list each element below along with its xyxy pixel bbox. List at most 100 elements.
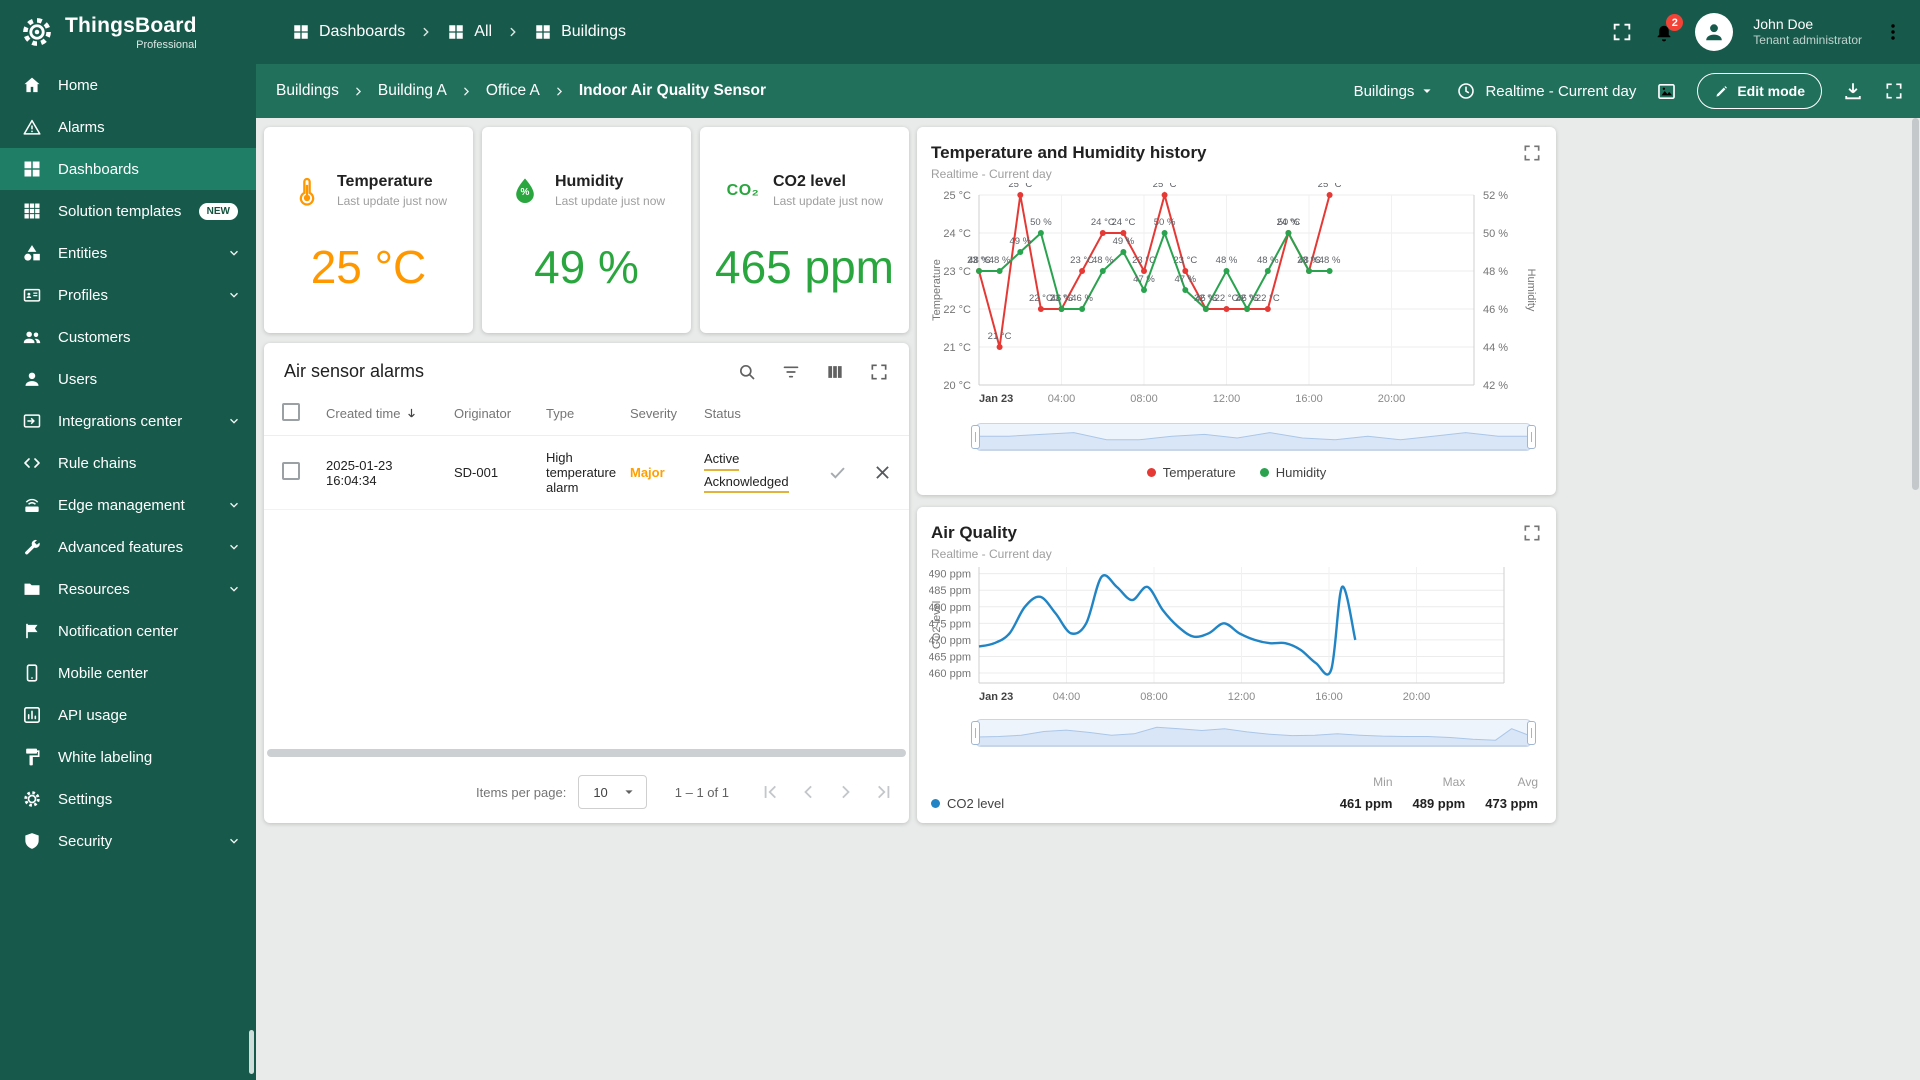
brush-handle-left[interactable] xyxy=(971,425,980,449)
chart-title: Air Quality xyxy=(931,523,1017,542)
alarms-title: Air sensor alarms xyxy=(284,361,425,381)
breadcrumb-dashboards[interactable]: Dashboards xyxy=(292,23,405,41)
fullscreen-icon[interactable] xyxy=(1522,523,1542,543)
dashboard-state-select[interactable]: Buildings xyxy=(1354,82,1437,100)
app-logo[interactable]: ThingsBoard Professional xyxy=(0,14,256,51)
dashboard-image-button[interactable] xyxy=(1656,81,1677,102)
timewindow-button[interactable]: Realtime - Current day xyxy=(1456,81,1636,101)
dashboard-breadcrumb: Buildings Building A Office A Indoor Air… xyxy=(276,82,766,100)
fullscreen-button[interactable] xyxy=(1611,21,1633,43)
sidebar-item-white-labeling[interactable]: White labeling xyxy=(0,736,256,778)
legend-co2[interactable]: CO2 level xyxy=(931,796,1004,811)
row-checkbox[interactable] xyxy=(282,462,300,480)
sidebar-item-label: Notification center xyxy=(58,622,179,640)
filter-icon[interactable] xyxy=(781,362,801,382)
sidebar-item-resources[interactable]: Resources xyxy=(0,568,256,610)
sidebar-item-advanced-features[interactable]: Advanced features xyxy=(0,526,256,568)
column-created-time[interactable]: Created time xyxy=(326,406,454,421)
sidebar-item-edge-management[interactable]: Edge management xyxy=(0,484,256,526)
next-page-button[interactable] xyxy=(835,781,857,803)
sidebar-item-solution-templates[interactable]: Solution templates NEW xyxy=(0,190,256,232)
sidebar-item-customers[interactable]: Customers xyxy=(0,316,256,358)
sidebar-item-alarms[interactable]: Alarms xyxy=(0,106,256,148)
sidebar-item-users[interactable]: Users xyxy=(0,358,256,400)
table-row[interactable]: 2025-01-23 16:04:34 SD-001 High temperatur… xyxy=(264,436,909,510)
table-horizontal-scrollbar[interactable] xyxy=(267,749,906,757)
last-page-button[interactable] xyxy=(873,781,895,803)
sidebar-item-profiles[interactable]: Profiles xyxy=(0,274,256,316)
sidebar-item-api-usage[interactable]: API usage xyxy=(0,694,256,736)
chevron-down-icon xyxy=(226,497,242,513)
humidity-value: 49 % xyxy=(534,241,639,293)
crumb-buildings[interactable]: Buildings xyxy=(276,82,339,100)
svg-text:46 %: 46 % xyxy=(1483,304,1508,316)
prev-page-button[interactable] xyxy=(797,781,819,803)
sidebar-item-integrations-center[interactable]: Integrations center xyxy=(0,400,256,442)
sidebar-item-label: Security xyxy=(58,832,113,850)
air-quality-brush[interactable] xyxy=(971,719,1536,747)
temp-humidity-brush[interactable] xyxy=(971,423,1536,451)
humidity-dot xyxy=(1259,468,1269,477)
page-size-select[interactable]: 10 xyxy=(578,775,647,809)
fullscreen-icon[interactable] xyxy=(869,362,889,382)
avatar[interactable] xyxy=(1695,13,1734,51)
acknowledge-icon[interactable] xyxy=(827,462,848,483)
sidebar-item-settings[interactable]: Settings xyxy=(0,778,256,820)
sidebar-item-label: Edge management xyxy=(58,496,185,514)
sidebar-scrollbar[interactable] xyxy=(249,1030,254,1074)
rule-chains-icon xyxy=(22,453,42,473)
brush-handle-left[interactable] xyxy=(971,721,980,745)
cell-status[interactable]: Active Acknowledged xyxy=(704,450,822,496)
content-scrollbar[interactable] xyxy=(1912,118,1919,490)
columns-icon[interactable] xyxy=(825,362,845,382)
alarms-icon xyxy=(22,117,42,137)
sidebar-item-rule-chains[interactable]: Rule chains xyxy=(0,442,256,484)
fullscreen-icon[interactable] xyxy=(1522,143,1542,163)
column-type[interactable]: Type xyxy=(546,406,630,421)
avg-stat: Avg 473 ppm xyxy=(1485,775,1538,811)
sidebar-item-mobile-center[interactable]: Mobile center xyxy=(0,652,256,694)
crumb-office-a[interactable]: Office A xyxy=(486,82,540,100)
notifications-button[interactable]: 2 xyxy=(1653,14,1684,43)
white-labeling-icon xyxy=(22,747,42,767)
first-page-button[interactable] xyxy=(759,781,781,803)
toolbar-fullscreen-button[interactable] xyxy=(1884,81,1904,101)
svg-text:22 °C: 22 °C xyxy=(1256,293,1280,304)
chevron-right-icon xyxy=(460,85,473,98)
legend-temperature[interactable]: Temperature xyxy=(1146,465,1236,480)
column-originator[interactable]: Originator xyxy=(454,406,546,421)
search-icon[interactable] xyxy=(737,362,757,382)
svg-text:46 %: 46 % xyxy=(1195,293,1217,304)
api-usage-icon xyxy=(22,705,42,725)
sidebar-item-notification-center[interactable]: Notification center xyxy=(0,610,256,652)
sidebar-item-entities[interactable]: Entities xyxy=(0,232,256,274)
more-menu-button[interactable] xyxy=(1882,21,1904,43)
temp-humidity-chart-card: Temperature and Humidity history Realtim… xyxy=(917,127,1556,495)
breadcrumb-buildings[interactable]: Buildings xyxy=(534,23,626,41)
svg-text:08:00: 08:00 xyxy=(1140,691,1168,703)
resources-icon xyxy=(22,579,42,599)
top-breadcrumb: Dashboards All Buildings xyxy=(292,23,626,41)
edit-mode-button[interactable]: Edit mode xyxy=(1697,73,1822,109)
alarm-rows: 2025-01-23 16:04:34 SD-001 High temperatur… xyxy=(264,436,909,510)
sidebar-item-label: Integrations center xyxy=(58,412,183,430)
column-severity[interactable]: Severity xyxy=(630,406,704,421)
legend-humidity[interactable]: Humidity xyxy=(1259,465,1326,480)
sidebar-item-security[interactable]: Security xyxy=(0,820,256,862)
crumb-building-a[interactable]: Building A xyxy=(378,82,447,100)
sidebar-item-label: White labeling xyxy=(58,748,153,766)
alarms-card: Air sensor alarms Created time Originato… xyxy=(264,343,909,823)
brush-handle-right[interactable] xyxy=(1527,721,1536,745)
sidebar-item-home[interactable]: Home xyxy=(0,64,256,106)
sidebar-item-dashboards[interactable]: Dashboards xyxy=(0,148,256,190)
svg-text:48 %: 48 % xyxy=(1092,255,1114,266)
breadcrumb-all[interactable]: All xyxy=(447,23,492,41)
export-button[interactable] xyxy=(1842,80,1864,102)
user-role: Tenant administrator xyxy=(1753,33,1862,48)
clear-alarm-icon[interactable] xyxy=(872,462,893,483)
select-all-checkbox[interactable] xyxy=(282,403,300,421)
brush-handle-right[interactable] xyxy=(1527,425,1536,449)
column-status[interactable]: Status xyxy=(704,406,822,421)
user-menu[interactable]: John Doe Tenant administrator xyxy=(1753,16,1862,49)
percent-glyph: % xyxy=(520,186,530,198)
